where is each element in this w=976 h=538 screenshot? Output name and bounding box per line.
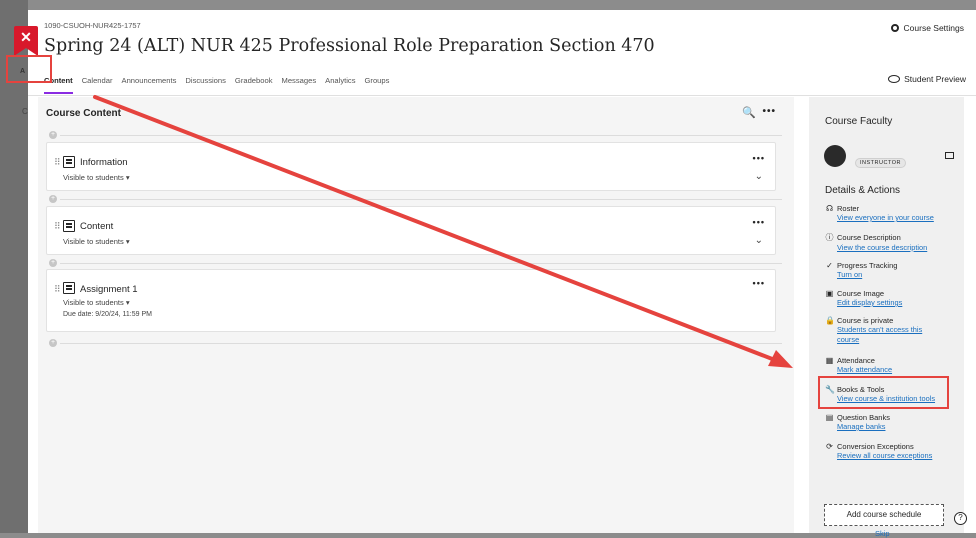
help-icon[interactable]: ? bbox=[954, 512, 967, 525]
annotation-arrow bbox=[93, 95, 793, 368]
